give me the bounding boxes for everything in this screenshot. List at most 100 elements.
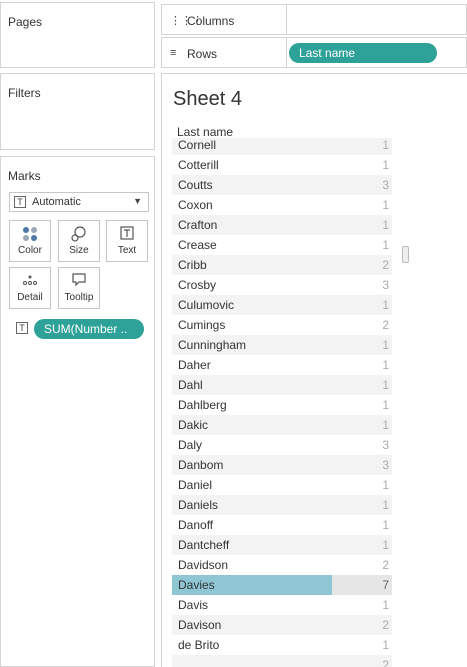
row-name: Crease (178, 238, 217, 252)
table-row[interactable]: Coxon 1 (172, 195, 392, 215)
row-value: 3 (382, 438, 389, 452)
mark-type-dropdown[interactable]: T Automatic ▼ (9, 192, 149, 212)
columns-shelf[interactable]: ⋮⋮⋮ Columns (161, 4, 467, 35)
pages-panel[interactable]: Pages (0, 2, 155, 68)
row-value: 2 (382, 318, 389, 332)
last-name-pill[interactable]: Last name (289, 43, 437, 63)
size-button[interactable]: Size (58, 220, 100, 262)
text-button-label: Text (117, 245, 137, 256)
marks-card[interactable]: Marks T Automatic ▼ Color Size Text Deta… (0, 156, 155, 667)
row-value: 1 (382, 238, 389, 252)
table-row[interactable]: Cunningham 1 (172, 335, 392, 355)
row-name: Culumovic (178, 298, 235, 312)
sheet-view[interactable]: Sheet 4 Last name Cornell 1 Cotterill 1 Cout… (161, 73, 467, 667)
rows-shelf[interactable]: ≡ Rows Last name (161, 37, 467, 68)
row-value: 1 (382, 298, 389, 312)
row-value: 3 (382, 458, 389, 472)
shelf-divider (286, 38, 287, 67)
table-row[interactable]: Davies 7 (172, 575, 392, 595)
table-row[interactable]: Danbom 3 (172, 455, 392, 475)
table-row[interactable]: Crease 1 (172, 235, 392, 255)
row-name: Davison (178, 618, 222, 632)
text-mark-icon: T (14, 196, 26, 208)
sheet-title: Sheet 4 (173, 88, 242, 110)
rows-icon: ≡ (170, 47, 177, 59)
text-icon (107, 226, 147, 242)
row-name: Coutts (178, 178, 213, 192)
row-name: Cumings (178, 318, 226, 332)
table-row[interactable]: Daniels 1 (172, 495, 392, 515)
shelf-divider (286, 5, 287, 34)
text-encoding-icon: T (16, 322, 28, 334)
row-value: 1 (382, 478, 389, 492)
row-name: Crafton (178, 218, 218, 232)
filters-panel[interactable]: Filters (0, 73, 155, 150)
row-value: 3 (382, 178, 389, 192)
row-value: 1 (382, 218, 389, 232)
pages-title: Pages (8, 15, 43, 29)
sum-number-pill[interactable]: SUM(Number .. (34, 319, 144, 339)
mark-type-value: Automatic (32, 196, 81, 208)
table-row[interactable]: Dantcheff 1 (172, 535, 392, 555)
row-value: 7 (382, 578, 389, 592)
table-row[interactable]: Cumings 2 (172, 315, 392, 335)
table-row[interactable]: Crafton 1 (172, 215, 392, 235)
text-table[interactable]: Cornell 1 Cotterill 1 Coutts 3 Coxon 1 Crafton 1 C… (172, 138, 392, 667)
table-row[interactable]: Davison 2 (172, 615, 392, 635)
table-row[interactable]: Daly 3 (172, 435, 392, 455)
size-icon (59, 226, 99, 242)
row-name: Davidson (178, 558, 229, 572)
row-value: 3 (382, 278, 389, 292)
text-button[interactable]: Text (106, 220, 148, 262)
row-value: 1 (382, 338, 389, 352)
row-value: 1 (382, 138, 389, 152)
row-name: Davis (178, 598, 209, 612)
detail-button[interactable]: Detail (9, 267, 51, 309)
row-value: 1 (382, 398, 389, 412)
tooltip-button-label: Tooltip (64, 292, 94, 303)
row-value: 1 (382, 358, 389, 372)
table-row[interactable]: Crosby 3 (172, 275, 392, 295)
column-header-last-name[interactable]: Last name (177, 125, 233, 139)
scroll-handle[interactable] (402, 246, 409, 263)
row-name: Cribb (178, 258, 207, 272)
row-name: Daher (178, 358, 211, 372)
table-row[interactable]: Daher 1 (172, 355, 392, 375)
color-button[interactable]: Color (9, 220, 51, 262)
row-name: Coxon (178, 198, 213, 212)
row-name: Dantcheff (178, 538, 230, 552)
tooltip-button[interactable]: Tooltip (58, 267, 100, 309)
table-row[interactable]: Coutts 3 (172, 175, 392, 195)
table-row[interactable]: Cotterill 1 (172, 155, 392, 175)
row-name: Cunningham (178, 338, 247, 352)
rows-label: Rows (187, 47, 218, 61)
size-button-label: Size (69, 245, 89, 256)
table-row[interactable]: Davis 1 (172, 595, 392, 615)
table-row[interactable]: Davidson 2 (172, 555, 392, 575)
table-row[interactable]: Danoff 1 (172, 515, 392, 535)
row-name: Danoff (178, 518, 214, 532)
row-name: Dahl (178, 378, 203, 392)
table-row[interactable]: Dakic 1 (172, 415, 392, 435)
row-value: 2 (382, 258, 389, 272)
detail-button-label: Detail (17, 292, 43, 303)
row-name: Dakic (178, 418, 209, 432)
row-value: 1 (382, 498, 389, 512)
speech-bubble-icon (59, 273, 99, 289)
table-row[interactable]: Cornell 1 (172, 138, 392, 155)
table-row[interactable]: 2 (172, 655, 392, 667)
color-dots-icon (10, 226, 50, 242)
row-value: 1 (382, 598, 389, 612)
row-value: 1 (382, 538, 389, 552)
table-row[interactable]: Culumovic 1 (172, 295, 392, 315)
row-name: de Brito (178, 638, 220, 652)
table-row[interactable]: Cribb 2 (172, 255, 392, 275)
row-name: Daniels (178, 498, 219, 512)
row-value: 1 (382, 158, 389, 172)
row-value: 2 (382, 558, 389, 572)
table-row[interactable]: Dahlberg 1 (172, 395, 392, 415)
table-row[interactable]: Daniel 1 (172, 475, 392, 495)
table-row[interactable]: de Brito 1 (172, 635, 392, 655)
row-name: Davies (178, 578, 215, 592)
table-row[interactable]: Dahl 1 (172, 375, 392, 395)
